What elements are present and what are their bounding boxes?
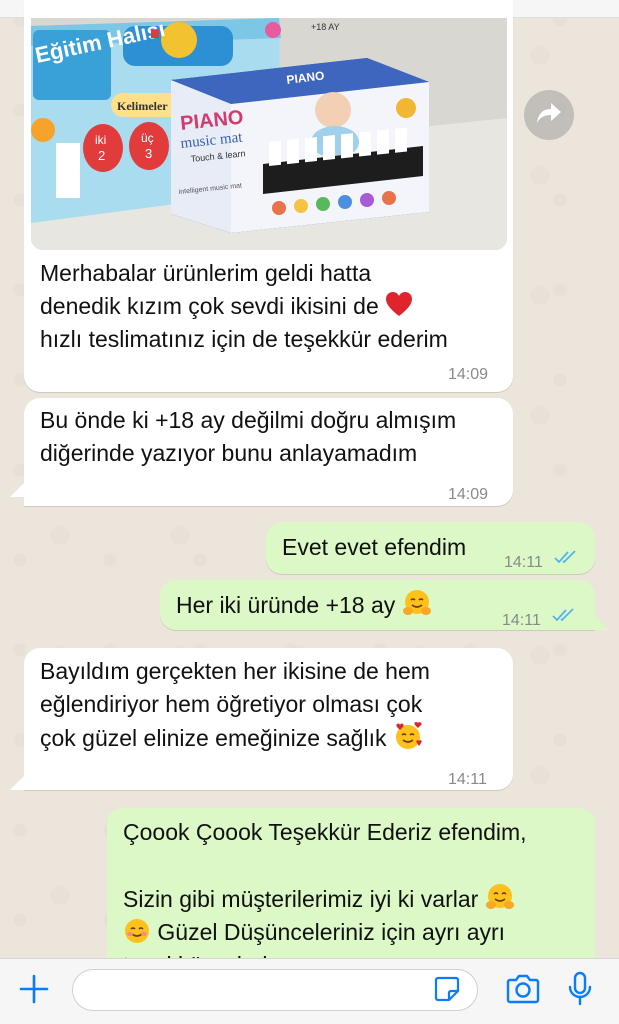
message-line: hızlı teslimatınız için de teşekkür eder…	[40, 326, 448, 352]
composer-bar	[0, 958, 619, 1024]
bubble-tail	[10, 483, 24, 497]
camera-button[interactable]	[503, 973, 543, 1009]
product-photo[interactable]: Eğitim Halısı Kelimeler iki 2 üç 3 +18 A…	[31, 18, 507, 250]
bubble-tail	[10, 776, 24, 790]
message-time: 14:11	[502, 612, 541, 629]
smiling-face-with-hearts-emoji	[393, 721, 422, 749]
box1-num: 3	[145, 146, 152, 161]
camera-icon	[505, 974, 541, 1009]
message-bubble-incoming[interactable]: Bu önde ki +18 ay değilmi doğru almışım …	[24, 398, 513, 506]
message-bubble-outgoing[interactable]: Evet evet efendim 14:11	[266, 522, 595, 574]
message-bubble-incoming[interactable]: Bayıldım gerçekten her ikisine de hem eğ…	[24, 648, 513, 790]
box1-num: 2	[98, 148, 105, 163]
message-line: eğlendiriyor hem öğretiyor olması çok	[40, 691, 423, 717]
smiling-face-emoji	[123, 917, 151, 945]
message-line: Evet evet efendim	[282, 534, 467, 560]
forward-button[interactable]	[524, 90, 574, 140]
message-line: Merhabalar ürünlerim geldi hatta	[40, 260, 372, 286]
box1-num-word: üç	[141, 131, 154, 145]
message-bubble-outgoing[interactable]: Her iki üründe +18 ay 14:11	[160, 580, 595, 630]
forward-arrow-icon	[536, 102, 562, 129]
box1-label: Kelimeler	[117, 99, 168, 113]
microphone-icon	[567, 971, 593, 1012]
attach-button[interactable]	[16, 973, 52, 1009]
message-line: Güzel Düşünceleriniz için ayrı ayrı	[157, 919, 506, 945]
double-check-icon	[554, 544, 578, 577]
message-input[interactable]	[72, 969, 478, 1011]
message-line: çok güzel elinize emeğinize sağlık	[40, 725, 387, 751]
sticker-icon	[433, 975, 461, 1008]
sticker-button[interactable]	[430, 975, 464, 1007]
hugging-face-emoji	[485, 882, 514, 910]
hugging-face-emoji	[402, 588, 431, 616]
red-heart-emoji	[385, 291, 413, 319]
plus-icon	[19, 974, 49, 1009]
message-time: 14:11	[448, 771, 487, 788]
chat-area[interactable]: Eğitim Halısı Kelimeler iki 2 üç 3 +18 A…	[0, 0, 619, 958]
message-line: Bayıldım gerçekten her ikisine de hem	[40, 658, 430, 684]
message-line: denedik kızım çok sevdi ikisini de	[40, 293, 379, 319]
message-line: teşekkür ederiz	[123, 949, 527, 958]
box1-num-word: iki	[95, 133, 106, 147]
message-time: 14:09	[448, 366, 489, 383]
message-line: Her iki üründe +18 ay	[176, 592, 396, 618]
message-line-with-emoji: denedik kızım çok sevdi ikisini de	[40, 290, 500, 323]
message-line: Bu önde ki +18 ay değilmi doğru almışım	[40, 407, 457, 433]
double-check-icon	[552, 602, 576, 635]
bubble-tail	[594, 616, 608, 630]
message-line: Sizin gibi müşterilerimiz iyi ki varlar	[123, 886, 479, 912]
message-line: Çoook Çoook Teşekkür Ederiz efendim,	[123, 819, 527, 845]
voice-record-button[interactable]	[562, 971, 598, 1011]
message-time: 14:11	[504, 554, 543, 571]
message-text: Merhabalar ürünlerim geldi hatta denedik…	[40, 257, 500, 356]
message-time: 14:09	[448, 486, 489, 503]
message-bubble-outgoing[interactable]: Çoook Çoook Teşekkür Ederiz efendim, Siz…	[107, 808, 595, 958]
message-line: diğerinde yazıyor bunu anlayamadım	[40, 440, 418, 466]
box1-age: +18 AY	[311, 22, 340, 32]
